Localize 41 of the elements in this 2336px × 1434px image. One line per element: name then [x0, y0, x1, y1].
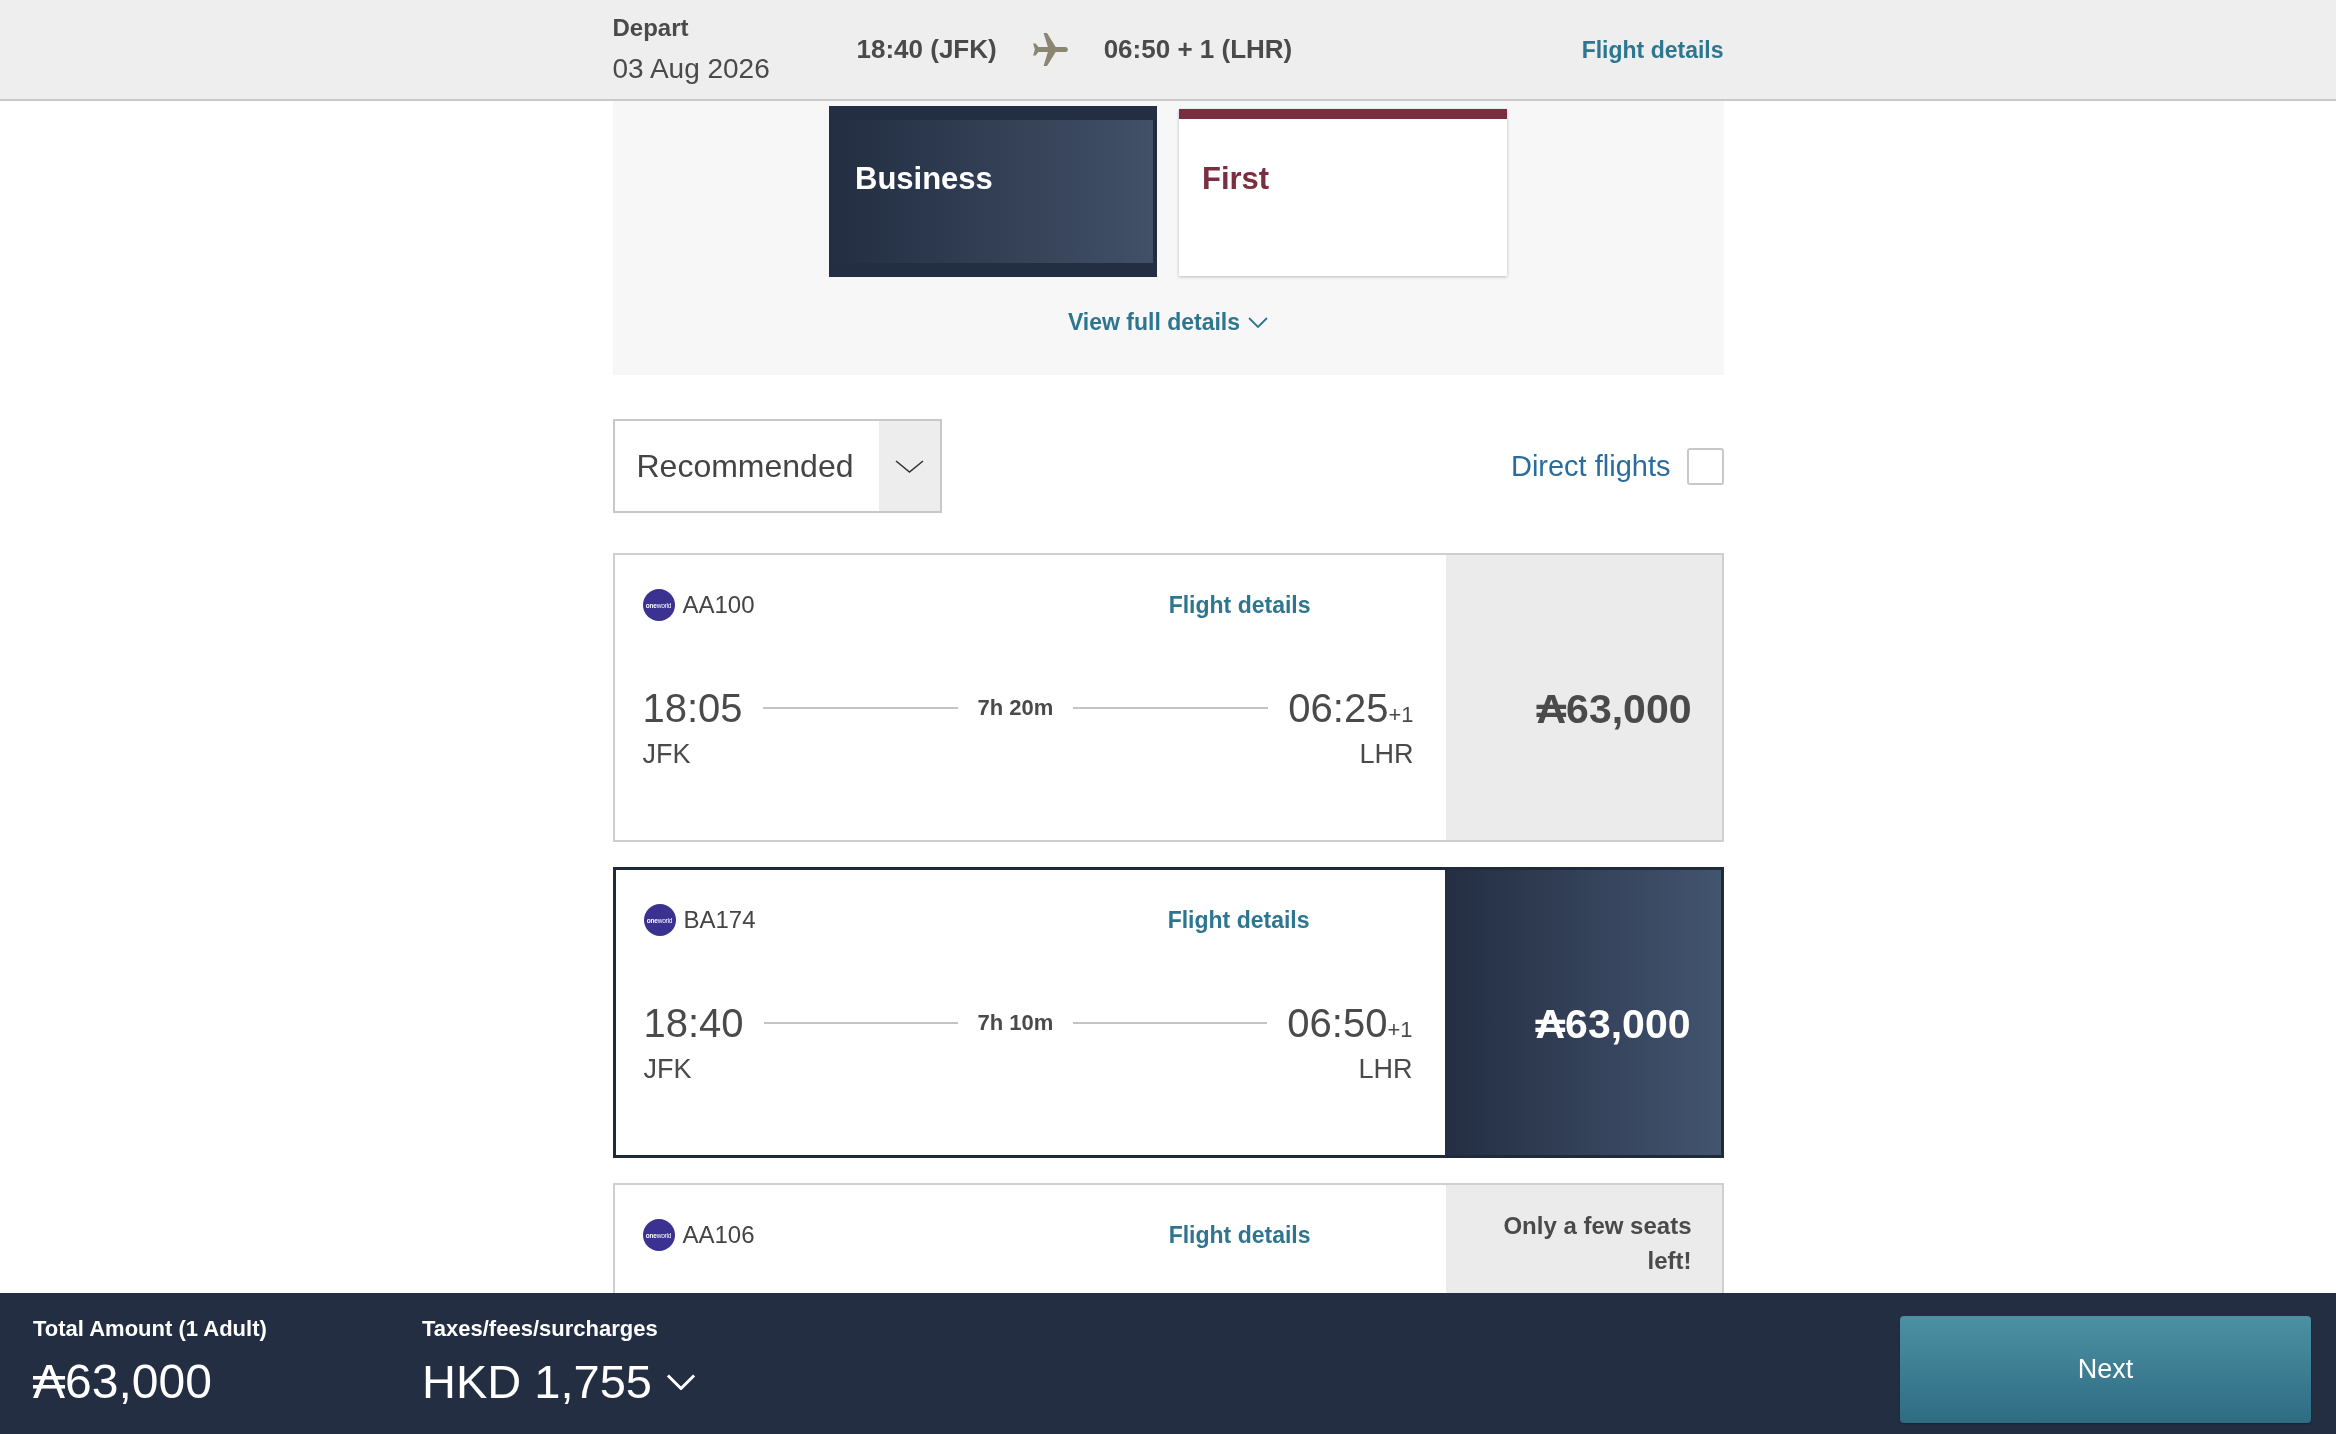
- flight-details-link[interactable]: Flight details: [1167, 906, 1310, 934]
- fare-button[interactable]: ₳63,000: [1445, 555, 1722, 840]
- origin-airport: JFK: [643, 1054, 692, 1084]
- departure-time: 18:05: [642, 685, 743, 732]
- cabin-tab[interactable]: Business: [829, 106, 1157, 277]
- chevron-down-icon: [878, 421, 940, 511]
- arrival-time: 06:25: [1288, 685, 1389, 732]
- flight-details-link[interactable]: Flight details: [1168, 591, 1311, 619]
- taxes-toggle[interactable]: HKD 1,755: [422, 1355, 696, 1409]
- direct-flights-label[interactable]: Direct flights: [1510, 449, 1671, 483]
- departure-time: 18:40 (JFK): [856, 34, 997, 65]
- arrival-time: 06:50 + 1 (LHR): [1103, 34, 1293, 65]
- fare-button[interactable]: Only a few seats left!: [1445, 1185, 1722, 1293]
- view-full-details-link[interactable]: View full details: [1067, 308, 1269, 336]
- flight-number: AA106: [682, 1221, 755, 1249]
- chevron-down-icon: [665, 1374, 696, 1390]
- departure-time: 18:40: [643, 1000, 744, 1047]
- destination-airport: LHR: [1358, 1054, 1413, 1084]
- chevron-down-icon: [1248, 316, 1269, 328]
- flight-duration: 7h 10m: [977, 1010, 1054, 1036]
- airplane-icon: [1032, 33, 1068, 66]
- day-offset: +1: [1388, 702, 1414, 728]
- day-offset: +1: [1387, 1017, 1413, 1043]
- arrival-time: 06:50: [1287, 1000, 1388, 1047]
- fare-button[interactable]: ₳63,000: [1444, 870, 1721, 1155]
- sort-dropdown[interactable]: Recommended: [612, 419, 942, 513]
- origin-airport: JFK: [642, 739, 691, 769]
- total-amount-label: Total Amount (1 Adult): [33, 1316, 267, 1342]
- depart-date: 03 Aug 2026: [612, 51, 770, 86]
- total-amount: ₳63,000: [33, 1355, 212, 1409]
- cabin-tab[interactable]: First: [1179, 109, 1507, 276]
- next-button[interactable]: Next: [1900, 1316, 2311, 1423]
- taxes-label: Taxes/fees/surcharges: [422, 1316, 658, 1342]
- direct-flights-checkbox[interactable]: [1686, 447, 1724, 485]
- depart-label: Depart: [612, 13, 689, 42]
- flight-duration: 7h 20m: [977, 695, 1054, 721]
- flight-number: BA174: [683, 906, 756, 934]
- flight-details-link[interactable]: Flight details: [1168, 1221, 1311, 1249]
- destination-airport: LHR: [1359, 739, 1414, 769]
- flight-details-link[interactable]: Flight details: [1581, 35, 1724, 64]
- flight-number: AA100: [682, 591, 755, 619]
